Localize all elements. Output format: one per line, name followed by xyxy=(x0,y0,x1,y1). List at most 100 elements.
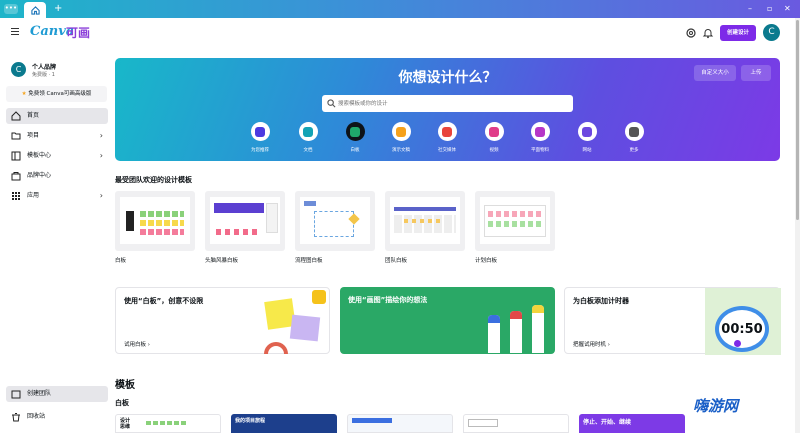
category-docs[interactable]: 文档 xyxy=(290,122,326,153)
section-title-templates: 模板 xyxy=(115,380,135,391)
team-icon xyxy=(11,390,21,399)
heart-icon xyxy=(437,122,457,141)
category-print[interactable]: 平面物料 xyxy=(522,122,558,153)
template-thumbnail[interactable] xyxy=(463,414,569,433)
new-tab-button[interactable]: + xyxy=(54,3,62,15)
template-label[interactable]: 白板 xyxy=(115,256,126,264)
search-bar[interactable] xyxy=(322,95,573,112)
print-icon xyxy=(530,122,550,141)
template-thumb-text: 停止、开始、继续 xyxy=(583,419,632,426)
sidebar-item-trash[interactable]: 回收站 xyxy=(6,409,108,425)
apps-grid-icon xyxy=(12,192,20,200)
sidebar-item-label: 模板中心 xyxy=(27,152,52,159)
trash-icon xyxy=(12,413,20,422)
template-preview xyxy=(300,197,370,244)
template-thumbnail[interactable]: 我的项目旅程 xyxy=(231,414,337,433)
upload-button[interactable]: 上传 xyxy=(741,65,771,81)
timer-widget: 00:50 xyxy=(715,306,769,352)
template-card-team[interactable] xyxy=(385,191,465,251)
category-label: 社交媒体 xyxy=(438,148,456,153)
marker-illustration xyxy=(532,305,544,353)
sidebar-item-brand[interactable]: 品牌中心 xyxy=(6,168,108,184)
top-header: Canva 可画 创建设计 C xyxy=(0,18,795,50)
star-icon: ★ xyxy=(21,91,27,97)
sidebar-item-projects[interactable]: 项目 › xyxy=(6,128,108,144)
template-card-whiteboard[interactable] xyxy=(115,191,195,251)
try-whiteboard-link[interactable]: 试用白板 › xyxy=(124,340,150,348)
search-input[interactable] xyxy=(338,97,568,110)
promo-title: 使用“白板”，创意不设限 xyxy=(124,297,204,305)
sidebar-item-home[interactable]: 首页 xyxy=(6,108,108,124)
create-team-button[interactable]: 创建团队 xyxy=(6,386,108,402)
home-tab[interactable] xyxy=(24,2,46,18)
page-scrollbar[interactable] xyxy=(795,18,800,433)
category-whiteboard[interactable]: 白板 xyxy=(337,122,373,153)
template-preview xyxy=(120,197,190,244)
template-label[interactable]: 头脑风暴白板 xyxy=(205,256,238,264)
section-title-popular: 最受团队欢迎的设计模板 xyxy=(115,176,192,184)
category-presentation[interactable]: 演示文稿 xyxy=(383,122,419,153)
template-thumbnail[interactable]: 停止、开始、继续 xyxy=(579,414,685,433)
promo-card-whiteboard[interactable]: 使用“白板”，创意不设限 试用白板 › xyxy=(115,287,330,354)
brand-icon xyxy=(11,172,21,181)
template-thumbnail[interactable]: 设计思维 xyxy=(115,414,221,433)
promo-title: 使用“画图”描绘你的想法 xyxy=(348,296,428,304)
maximize-button[interactable]: ▫ xyxy=(767,3,772,15)
category-for-you[interactable]: 为您推荐 xyxy=(242,122,278,153)
template-card-brainstorm[interactable] xyxy=(205,191,285,251)
sticky-note-illustration xyxy=(289,314,321,342)
template-icon xyxy=(11,151,21,161)
template-thumb-text: 我的项目旅程 xyxy=(235,418,266,424)
category-social[interactable]: 社交媒体 xyxy=(429,122,465,153)
menu-icon[interactable] xyxy=(11,28,19,36)
sidebar-item-apps[interactable]: 应用 › xyxy=(6,188,108,204)
chevron-right-icon: › xyxy=(99,191,103,200)
sidebar-item-label: 品牌中心 xyxy=(27,172,52,179)
avatar[interactable]: C xyxy=(763,24,780,41)
category-label: 网站 xyxy=(582,148,592,153)
category-label: 文档 xyxy=(303,148,313,153)
try-timer-link[interactable]: 把握试用时机 › xyxy=(573,340,610,348)
category-label: 白板 xyxy=(350,148,360,153)
whiteboard-icon xyxy=(345,122,365,141)
template-card-plan[interactable] xyxy=(475,191,555,251)
template-preview xyxy=(390,197,460,244)
template-label[interactable]: 流程图白板 xyxy=(295,256,323,264)
promo-card-timer[interactable]: 为白板添加计时器 把握试用时机 › 00:50 xyxy=(564,287,781,355)
sidebar-item-label: 项目 xyxy=(27,132,40,139)
category-label: 平面物料 xyxy=(531,148,549,153)
star-sticker-icon xyxy=(312,290,326,304)
gear-icon[interactable] xyxy=(685,27,697,39)
section-subtitle-whiteboard: 白板 xyxy=(115,399,129,407)
trash-label: 回收站 xyxy=(27,413,46,420)
template-card-flowchart[interactable] xyxy=(295,191,375,251)
promo-card-draw[interactable]: 使用“画图”描绘你的想法 xyxy=(340,287,555,354)
hero-banner: 你想设计什么？ 自定义大小 上传 为您推荐 文档 白板 演示文稿 社交媒体 视频… xyxy=(115,58,780,161)
website-icon xyxy=(577,122,597,141)
category-video[interactable]: 视频 xyxy=(476,122,512,153)
browser-menu-button[interactable]: ••• xyxy=(4,4,18,14)
category-more[interactable]: 更多 xyxy=(616,122,652,153)
home-icon xyxy=(30,5,40,15)
video-icon xyxy=(484,122,504,141)
category-website[interactable]: 网站 xyxy=(569,122,605,153)
create-design-button[interactable]: 创建设计 xyxy=(720,25,756,41)
sidebar-item-templates[interactable]: 模板中心 › xyxy=(6,148,108,164)
marker-illustration xyxy=(488,315,500,353)
watermark-logo: 嗨游网 xyxy=(693,397,739,415)
account-avatar[interactable]: C xyxy=(11,62,26,77)
template-label[interactable]: 计划白板 xyxy=(475,256,497,264)
doc-icon xyxy=(298,122,318,141)
chevron-right-icon: › xyxy=(99,151,103,160)
template-preview xyxy=(480,197,550,244)
pro-trial-button[interactable]: ★ 免费领 Canva可画高级版 xyxy=(6,86,107,102)
account-name[interactable]: 个人品牌 xyxy=(32,62,56,71)
bell-icon[interactable] xyxy=(702,27,714,39)
template-label[interactable]: 团队白板 xyxy=(385,256,407,264)
custom-size-button[interactable]: 自定义大小 xyxy=(694,65,736,81)
window-tab-strip: ••• + – ▫ ✕ xyxy=(0,0,800,18)
more-dots-icon xyxy=(624,122,644,141)
minimize-button[interactable]: – xyxy=(748,3,752,15)
close-button[interactable]: ✕ xyxy=(784,3,791,15)
template-thumbnail[interactable] xyxy=(347,414,453,433)
